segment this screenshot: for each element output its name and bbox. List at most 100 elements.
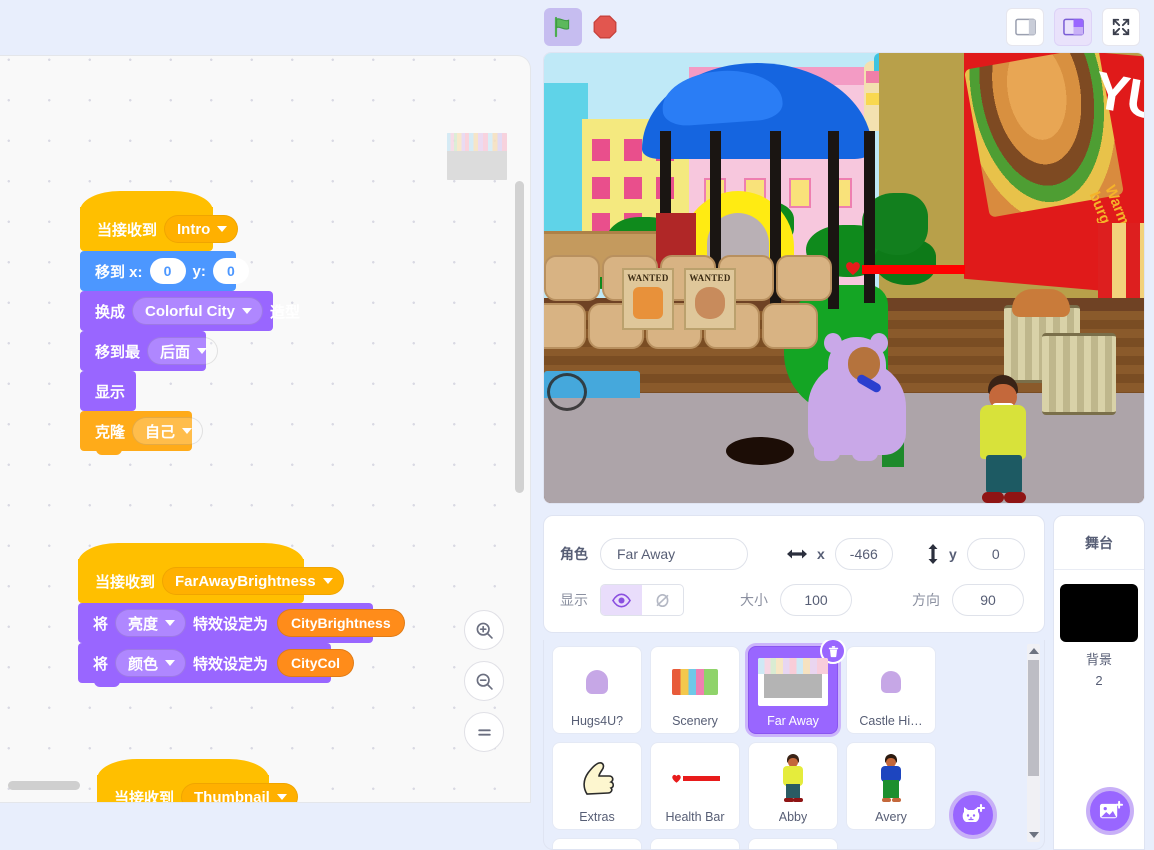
sprite-list-scrollbar[interactable] (1027, 644, 1040, 842)
health-bar (862, 265, 965, 274)
chevron-down-icon (242, 308, 253, 314)
block-label-set-to: 特效设定为 (193, 615, 269, 633)
sprite-item-partial[interactable] (748, 838, 838, 849)
block-when-i-receive-thumbnail[interactable]: 当接收到 Thumbnail (97, 759, 298, 803)
block-set-brightness-effect[interactable]: 将 亮度 特效设定为 CityBrightness (78, 603, 405, 647)
block-go-to-xy[interactable]: 移到 x: 0 y: 0 (80, 251, 249, 295)
block-switch-costume[interactable]: 换成 Colorful City 造型 (80, 291, 300, 335)
green-flag-button[interactable] (544, 8, 582, 46)
code-workspace[interactable]: 当接收到 Intro 移到 x: 0 y: 0 换成 Colorful City… (0, 55, 531, 803)
dropdown-value: Colorful City (145, 302, 236, 320)
workspace-vertical-scrollbar[interactable] (515, 181, 524, 493)
scroll-down-arrow[interactable] (1029, 832, 1039, 838)
sprite-item-ruby[interactable]: Ruby (552, 838, 642, 849)
dropdown-effect-color[interactable]: 颜色 (115, 649, 187, 677)
block-label: 移到最 (95, 343, 141, 361)
stage[interactable]: YUM Warm burger WANTED WANTED (543, 52, 1145, 504)
fullscreen-icon (1112, 18, 1130, 36)
zoom-in-button[interactable] (464, 610, 504, 650)
script-far-away-brightness[interactable]: 当接收到 FarAwayBrightness 将 亮度 特效设定为 CityBr… (78, 543, 405, 687)
stage-canvas: YUM Warm burger WANTED WANTED (544, 53, 1144, 503)
x-input[interactable]: -466 (834, 538, 893, 570)
block-label: 当接收到 (97, 221, 158, 239)
sprite-name: Hugs4U? (570, 714, 624, 728)
sprite-name: Castle Hi… (859, 714, 923, 728)
stage-selector-panel[interactable]: 舞台 背景 2 (1053, 515, 1145, 850)
sprite-name-input[interactable]: Far Away (600, 538, 748, 570)
sprite-item-h[interactable]: H (650, 838, 740, 849)
dropdown-message-farawaybrightness[interactable]: FarAwayBrightness (162, 567, 344, 595)
wanted-label: WANTED (689, 273, 731, 283)
direction-input[interactable]: 90 (952, 584, 1024, 616)
block-label: 当接收到 (114, 789, 175, 803)
sprite-list-panel[interactable]: Hugs4U? Scenery Far Away Castle Hi… Extr… (543, 640, 1045, 850)
dropdown-layer-back[interactable]: 后面 (147, 337, 219, 365)
layout-controls[interactable] (1006, 8, 1140, 46)
visibility-toggle-group[interactable] (600, 584, 684, 616)
dropdown-value: 亮度 (128, 615, 159, 633)
dropdown-message-thumbnail[interactable]: Thumbnail (181, 783, 298, 802)
sprite-item-scenery[interactable]: Scenery (650, 646, 740, 734)
input-x[interactable]: 0 (149, 258, 186, 284)
zoom-reset-button[interactable] (464, 712, 504, 752)
sprite-item-extras[interactable]: Extras (552, 742, 642, 830)
small-stage-button[interactable] (1006, 8, 1044, 46)
backdrop-info: 背景 2 (1060, 650, 1138, 692)
scroll-thumb[interactable] (1028, 660, 1039, 776)
script-intro[interactable]: 当接收到 Intro 移到 x: 0 y: 0 换成 Colorful City… (80, 191, 300, 455)
hide-toggle[interactable] (642, 585, 683, 615)
stop-button[interactable] (592, 14, 618, 40)
size-input[interactable]: 100 (780, 584, 852, 616)
sprite-visibility-row: 显示 (560, 584, 684, 616)
sprite-item-far-away[interactable]: Far Away (748, 640, 846, 734)
show-toggle[interactable] (601, 585, 642, 615)
dropdown-clone-myself[interactable]: 自己 (132, 417, 204, 445)
sprite-thumbnail (553, 845, 641, 849)
sprite-x-row: x -466 (786, 538, 893, 570)
dropdown-value: Intro (177, 220, 211, 238)
fullscreen-button[interactable] (1102, 8, 1140, 46)
block-label: 克隆 (95, 423, 126, 441)
y-input[interactable]: 0 (966, 538, 1025, 570)
sprite-item-castle-hi[interactable]: Castle Hi… (846, 646, 936, 734)
sprite-item-health-bar[interactable]: Health Bar (650, 742, 740, 830)
large-stage-icon (1062, 18, 1084, 36)
eye-icon (612, 593, 631, 607)
block-go-to-layer[interactable]: 移到最 后面 (80, 331, 219, 375)
block-label-set-to: 特效设定为 (193, 655, 269, 673)
sprite-item-avery[interactable]: Avery (846, 742, 936, 830)
script-thumbnail[interactable]: 当接收到 Thumbnail 隐藏 (97, 759, 298, 803)
workspace-zoom-controls[interactable] (464, 610, 504, 752)
stage-toolbar (531, 0, 1154, 55)
sprite-item-hugs4u[interactable]: Hugs4U? (552, 646, 642, 734)
sprite-y-row: y 0 (926, 538, 1025, 570)
sprite-thumbnail (553, 653, 641, 711)
dropdown-effect-brightness[interactable]: 亮度 (115, 609, 187, 637)
dropdown-message-intro[interactable]: Intro (164, 215, 239, 243)
dropdown-costume-colorful-city[interactable]: Colorful City (132, 297, 264, 325)
add-sprite-button[interactable] (949, 791, 997, 839)
block-create-clone[interactable]: 克隆 自己 (80, 411, 204, 455)
backdrop-card[interactable]: 背景 2 (1060, 584, 1138, 692)
size-label: 大小 (740, 592, 768, 608)
health-heart-icon (844, 259, 860, 275)
block-label-costume: 造型 (270, 303, 301, 321)
chevron-down-icon (165, 620, 176, 626)
workspace-horizontal-scrollbar[interactable] (8, 781, 80, 790)
block-when-i-receive-farawaybrightness[interactable]: 当接收到 FarAwayBrightness (78, 543, 344, 607)
input-y[interactable]: 0 (212, 258, 249, 284)
block-when-i-receive-intro[interactable]: 当接收到 Intro (80, 191, 239, 255)
y-label: y (949, 546, 957, 562)
puddle (726, 437, 794, 465)
sprite-item-abby[interactable]: Abby (748, 742, 838, 830)
variable-citybrightness[interactable]: CityBrightness (277, 609, 405, 637)
block-show[interactable]: 显示 (80, 371, 136, 415)
zoom-out-button[interactable] (464, 661, 504, 701)
scroll-up-arrow[interactable] (1029, 648, 1039, 654)
large-stage-button[interactable] (1054, 8, 1092, 46)
variable-citycol[interactable]: CityCol (277, 649, 355, 677)
block-set-color-effect[interactable]: 将 颜色 特效设定为 CityCol (78, 643, 355, 687)
add-backdrop-button[interactable] (1086, 787, 1134, 835)
block-label: 换成 (95, 303, 126, 321)
show-label: 显示 (560, 592, 588, 608)
